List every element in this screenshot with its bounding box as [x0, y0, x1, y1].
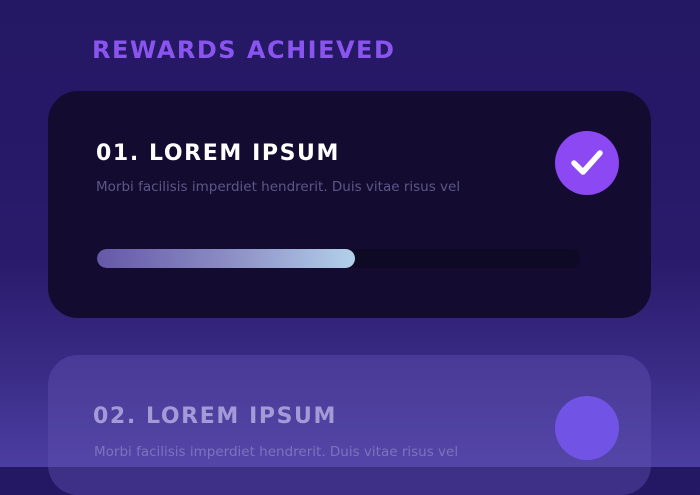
reward-title: 01. LOREM IPSUM [96, 141, 340, 166]
reward-description: Morbi facilisis imperdiet hendrerit. Dui… [96, 179, 461, 195]
reward-card-1[interactable]: 01. LOREM IPSUM Morbi facilisis imperdie… [48, 91, 651, 318]
reward-progress-bar [97, 249, 580, 268]
reward-title: 02. LOREM IPSUM [93, 404, 337, 429]
pending-badge [555, 396, 619, 460]
check-icon [571, 150, 603, 175]
achieved-badge [555, 131, 619, 195]
section-title: REWARDS ACHIEVED [92, 36, 396, 64]
reward-progress-fill [97, 249, 356, 268]
reward-description: Morbi facilisis imperdiet hendrerit. Dui… [94, 444, 459, 460]
reward-card-2[interactable]: 02. LOREM IPSUM Morbi facilisis imperdie… [48, 355, 651, 495]
